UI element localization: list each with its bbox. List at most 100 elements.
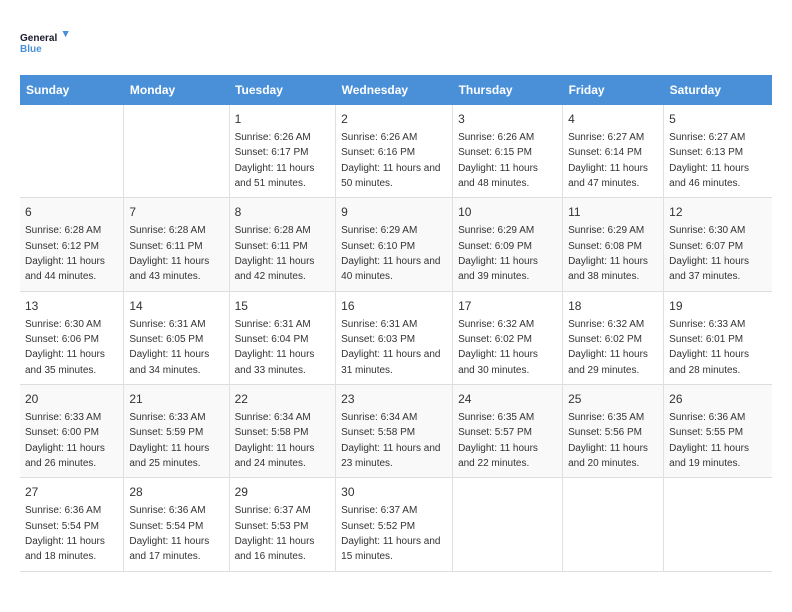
calendar-cell: 25 Sunrise: 6:35 AMSunset: 5:56 PMDayligh… — [563, 385, 664, 478]
day-number: 8 — [235, 204, 331, 221]
svg-text:General: General — [20, 33, 57, 44]
weekday-header-thursday: Thursday — [453, 75, 563, 105]
day-number: 14 — [129, 298, 223, 315]
calendar-cell: 27 Sunrise: 6:36 AMSunset: 5:54 PMDayligh… — [20, 478, 124, 571]
calendar-cell: 14Sunrise: 6:31 AMSunset: 6:05 PMDayligh… — [124, 291, 229, 384]
week-row-2: 6 Sunrise: 6:28 AMSunset: 6:12 PMDaylight… — [20, 198, 772, 291]
day-number: 19 — [669, 298, 767, 315]
calendar-cell: 9 Sunrise: 6:29 AMSunset: 6:10 PMDaylight… — [336, 198, 453, 291]
day-number: 22 — [235, 391, 331, 408]
calendar-cell: 8 Sunrise: 6:28 AMSunset: 6:11 PMDaylight… — [229, 198, 336, 291]
day-number: 21 — [129, 391, 223, 408]
day-number: 15 — [235, 298, 331, 315]
day-number: 10 — [458, 204, 557, 221]
calendar-cell: 18 Sunrise: 6:32 AMSunset: 6:02 PMDayligh… — [563, 291, 664, 384]
calendar-cell: 1 Sunrise: 6:26 AMSunset: 6:17 PMDaylight… — [229, 105, 336, 198]
day-number: 6 — [25, 204, 118, 221]
calendar-cell: 21 Sunrise: 6:33 AMSunset: 5:59 PMDayligh… — [124, 385, 229, 478]
cell-info: Sunrise: 6:33 AMSunset: 6:00 PMDaylight:… — [25, 412, 105, 469]
day-number: 25 — [568, 391, 658, 408]
cell-info: Sunrise: 6:26 AMSunset: 6:17 PMDaylight:… — [235, 132, 315, 189]
day-number: 1 — [235, 111, 331, 128]
page-header: General Blue — [20, 20, 772, 65]
weekday-header-saturday: Saturday — [664, 75, 772, 105]
cell-info: Sunrise: 6:31 AMSunset: 6:04 PMDaylight:… — [235, 319, 315, 376]
cell-info: Sunrise: 6:26 AMSunset: 6:16 PMDaylight:… — [341, 132, 440, 189]
calendar-cell: 10Sunrise: 6:29 AMSunset: 6:09 PMDayligh… — [453, 198, 563, 291]
day-number: 30 — [341, 484, 447, 501]
day-number: 26 — [669, 391, 767, 408]
calendar-cell: 11 Sunrise: 6:29 AMSunset: 6:08 PMDayligh… — [563, 198, 664, 291]
calendar-cell — [664, 478, 772, 571]
calendar-cell: 6 Sunrise: 6:28 AMSunset: 6:12 PMDaylight… — [20, 198, 124, 291]
cell-info: Sunrise: 6:36 AMSunset: 5:55 PMDaylight:… — [669, 412, 749, 469]
svg-text:Blue: Blue — [20, 44, 42, 55]
calendar-cell: 30 Sunrise: 6:37 AMSunset: 5:52 PMDayligh… — [336, 478, 453, 571]
calendar-cell — [124, 105, 229, 198]
week-row-3: 13 Sunrise: 6:30 AMSunset: 6:06 PMDayligh… — [20, 291, 772, 384]
cell-info: Sunrise: 6:32 AMSunset: 6:02 PMDaylight:… — [458, 319, 538, 376]
cell-info: Sunrise: 6:33 AMSunset: 6:01 PMDaylight:… — [669, 319, 749, 376]
cell-info: Sunrise: 6:27 AMSunset: 6:14 PMDaylight:… — [568, 132, 648, 189]
calendar-cell: 22 Sunrise: 6:34 AMSunset: 5:58 PMDayligh… — [229, 385, 336, 478]
calendar-cell: 5Sunrise: 6:27 AMSunset: 6:13 PMDaylight… — [664, 105, 772, 198]
cell-info: Sunrise: 6:27 AMSunset: 6:13 PMDaylight:… — [669, 132, 749, 189]
calendar-cell: 26 Sunrise: 6:36 AMSunset: 5:55 PMDayligh… — [664, 385, 772, 478]
cell-info: Sunrise: 6:33 AMSunset: 5:59 PMDaylight:… — [129, 412, 209, 469]
calendar-cell: 28 Sunrise: 6:36 AMSunset: 5:54 PMDayligh… — [124, 478, 229, 571]
calendar-table: SundayMondayTuesdayWednesdayThursdayFrid… — [20, 75, 772, 572]
day-number: 11 — [568, 204, 658, 221]
cell-info: Sunrise: 6:32 AMSunset: 6:02 PMDaylight:… — [568, 319, 648, 376]
calendar-cell: 12Sunrise: 6:30 AMSunset: 6:07 PMDayligh… — [664, 198, 772, 291]
cell-info: Sunrise: 6:37 AMSunset: 5:53 PMDaylight:… — [235, 505, 315, 562]
calendar-cell — [563, 478, 664, 571]
calendar-cell: 15 Sunrise: 6:31 AMSunset: 6:04 PMDayligh… — [229, 291, 336, 384]
day-number: 12 — [669, 204, 767, 221]
calendar-cell: 3 Sunrise: 6:26 AMSunset: 6:15 PMDaylight… — [453, 105, 563, 198]
cell-info: Sunrise: 6:29 AMSunset: 6:08 PMDaylight:… — [568, 225, 648, 282]
calendar-cell — [453, 478, 563, 571]
day-number: 24 — [458, 391, 557, 408]
weekday-header-tuesday: Tuesday — [229, 75, 336, 105]
cell-info: Sunrise: 6:37 AMSunset: 5:52 PMDaylight:… — [341, 505, 440, 562]
cell-info: Sunrise: 6:28 AMSunset: 6:12 PMDaylight:… — [25, 225, 105, 282]
day-number: 28 — [129, 484, 223, 501]
day-number: 29 — [235, 484, 331, 501]
calendar-cell: 23Sunrise: 6:34 AMSunset: 5:58 PMDayligh… — [336, 385, 453, 478]
day-number: 2 — [341, 111, 447, 128]
calendar-cell: 24Sunrise: 6:35 AMSunset: 5:57 PMDayligh… — [453, 385, 563, 478]
day-number: 16 — [341, 298, 447, 315]
cell-info: Sunrise: 6:34 AMSunset: 5:58 PMDaylight:… — [235, 412, 315, 469]
day-number: 3 — [458, 111, 557, 128]
cell-info: Sunrise: 6:26 AMSunset: 6:15 PMDaylight:… — [458, 132, 538, 189]
day-number: 27 — [25, 484, 118, 501]
calendar-cell: 7Sunrise: 6:28 AMSunset: 6:11 PMDaylight… — [124, 198, 229, 291]
week-row-5: 27 Sunrise: 6:36 AMSunset: 5:54 PMDayligh… — [20, 478, 772, 571]
cell-info: Sunrise: 6:35 AMSunset: 5:56 PMDaylight:… — [568, 412, 648, 469]
weekday-header-monday: Monday — [124, 75, 229, 105]
logo-svg: General Blue — [20, 20, 70, 65]
cell-info: Sunrise: 6:30 AMSunset: 6:06 PMDaylight:… — [25, 319, 105, 376]
cell-info: Sunrise: 6:36 AMSunset: 5:54 PMDaylight:… — [129, 505, 209, 562]
day-number: 13 — [25, 298, 118, 315]
calendar-cell: 17 Sunrise: 6:32 AMSunset: 6:02 PMDayligh… — [453, 291, 563, 384]
calendar-cell: 19 Sunrise: 6:33 AMSunset: 6:01 PMDayligh… — [664, 291, 772, 384]
calendar-cell: 13 Sunrise: 6:30 AMSunset: 6:06 PMDayligh… — [20, 291, 124, 384]
weekday-header-row: SundayMondayTuesdayWednesdayThursdayFrid… — [20, 75, 772, 105]
cell-info: Sunrise: 6:34 AMSunset: 5:58 PMDaylight:… — [341, 412, 440, 469]
week-row-1: 1 Sunrise: 6:26 AMSunset: 6:17 PMDaylight… — [20, 105, 772, 198]
calendar-cell: 2 Sunrise: 6:26 AMSunset: 6:16 PMDaylight… — [336, 105, 453, 198]
calendar-cell: 20Sunrise: 6:33 AMSunset: 6:00 PMDayligh… — [20, 385, 124, 478]
weekday-header-sunday: Sunday — [20, 75, 124, 105]
calendar-cell — [20, 105, 124, 198]
cell-info: Sunrise: 6:36 AMSunset: 5:54 PMDaylight:… — [25, 505, 105, 562]
calendar-cell: 16Sunrise: 6:31 AMSunset: 6:03 PMDayligh… — [336, 291, 453, 384]
cell-info: Sunrise: 6:29 AMSunset: 6:10 PMDaylight:… — [341, 225, 440, 282]
day-number: 9 — [341, 204, 447, 221]
calendar-cell: 29 Sunrise: 6:37 AMSunset: 5:53 PMDayligh… — [229, 478, 336, 571]
day-number: 17 — [458, 298, 557, 315]
day-number: 18 — [568, 298, 658, 315]
cell-info: Sunrise: 6:28 AMSunset: 6:11 PMDaylight:… — [129, 225, 209, 282]
cell-info: Sunrise: 6:28 AMSunset: 6:11 PMDaylight:… — [235, 225, 315, 282]
logo: General Blue — [20, 20, 70, 65]
